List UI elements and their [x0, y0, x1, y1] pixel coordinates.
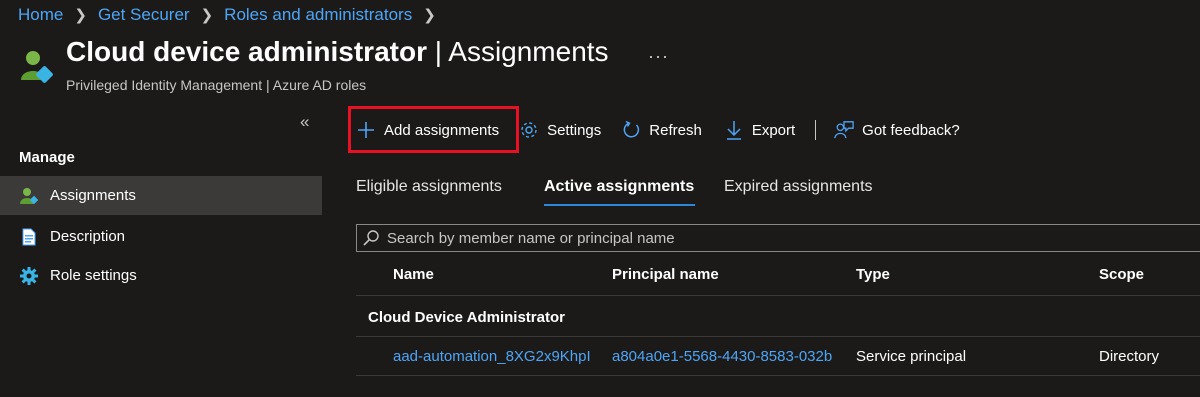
chevron-right-icon: ❯ [200, 7, 214, 24]
sidebar-item-label: Role settings [50, 267, 137, 284]
assignments-icon [20, 187, 38, 205]
search-icon [357, 229, 385, 247]
table-group-header: Cloud Device Administrator [368, 309, 565, 326]
page-title-section: Assignments [448, 36, 609, 67]
table-divider [356, 295, 1200, 296]
add-assignments-button[interactable]: Add assignments [356, 120, 499, 140]
settings-icon [519, 120, 539, 140]
add-assignments-label: Add assignments [384, 121, 500, 139]
column-header-principal-name[interactable]: Principal name [612, 266, 719, 283]
gear-icon [20, 266, 38, 285]
user-role-icon [18, 48, 54, 84]
collapse-sidebar-button[interactable]: « [300, 112, 309, 132]
sidebar-item-role-settings[interactable]: Role settings [0, 256, 322, 295]
feedback-label: Got feedback? [862, 121, 960, 139]
sidebar-item-assignments[interactable]: Assignments [0, 176, 322, 215]
active-tab-indicator [544, 204, 695, 206]
chevron-right-icon: ❯ [423, 7, 436, 24]
table-divider [356, 336, 1200, 337]
feedback-icon [834, 120, 854, 140]
export-label: Export [751, 121, 796, 139]
download-icon [724, 120, 744, 140]
export-button[interactable]: Export [724, 120, 795, 140]
page-subtitle: Privileged Identity Management | Azure A… [66, 77, 367, 93]
refresh-icon [621, 120, 641, 140]
settings-label: Settings [547, 121, 602, 139]
page-title: Cloud device administrator | Assignments [66, 36, 609, 68]
principal-name-link[interactable]: a804a0e1-5568-4430-8583-032b [612, 348, 844, 365]
refresh-label: Refresh [649, 121, 702, 139]
breadcrumb-get-securer[interactable]: Get Securer [98, 5, 190, 25]
assignment-scope: Directory [1099, 348, 1160, 365]
refresh-button[interactable]: Refresh [621, 120, 702, 140]
column-header-type[interactable]: Type [856, 266, 890, 283]
column-header-name[interactable]: Name [393, 266, 434, 283]
chevron-right-icon: ❯ [74, 7, 87, 24]
page-title-separator: | [426, 36, 449, 67]
feedback-button[interactable]: Got feedback? [834, 120, 960, 140]
breadcrumb-roles[interactable]: Roles and administrators [224, 5, 412, 25]
sidebar-item-label: Description [50, 228, 126, 245]
column-header-scope[interactable]: Scope [1099, 266, 1144, 283]
plus-icon [356, 120, 376, 140]
sidebar-item-description[interactable]: Description [0, 217, 322, 256]
search-box [356, 224, 1200, 252]
document-icon [20, 228, 38, 246]
assignment-name-link[interactable]: aad-automation_8XG2x9KhpI [393, 348, 601, 365]
tab-active-assignments[interactable]: Active assignments [544, 178, 694, 196]
table-divider [356, 375, 1200, 376]
command-bar: Add assignments Settings Refresh Export [356, 116, 960, 144]
more-options-button[interactable]: ··· [648, 46, 669, 67]
tab-eligible-assignments[interactable]: Eligible assignments [356, 178, 502, 196]
search-input[interactable] [385, 228, 1169, 248]
sidebar-item-label: Assignments [50, 187, 136, 204]
page-title-role: Cloud device administrator [66, 36, 427, 67]
sidebar-section-manage: Manage [19, 149, 75, 166]
breadcrumb: Home ❯ Get Securer ❯ Roles and administr… [18, 5, 447, 25]
assignment-type: Service principal [856, 348, 967, 365]
settings-button[interactable]: Settings [519, 120, 601, 140]
toolbar-divider [815, 120, 817, 140]
tab-expired-assignments[interactable]: Expired assignments [724, 178, 873, 196]
breadcrumb-home[interactable]: Home [18, 5, 63, 25]
